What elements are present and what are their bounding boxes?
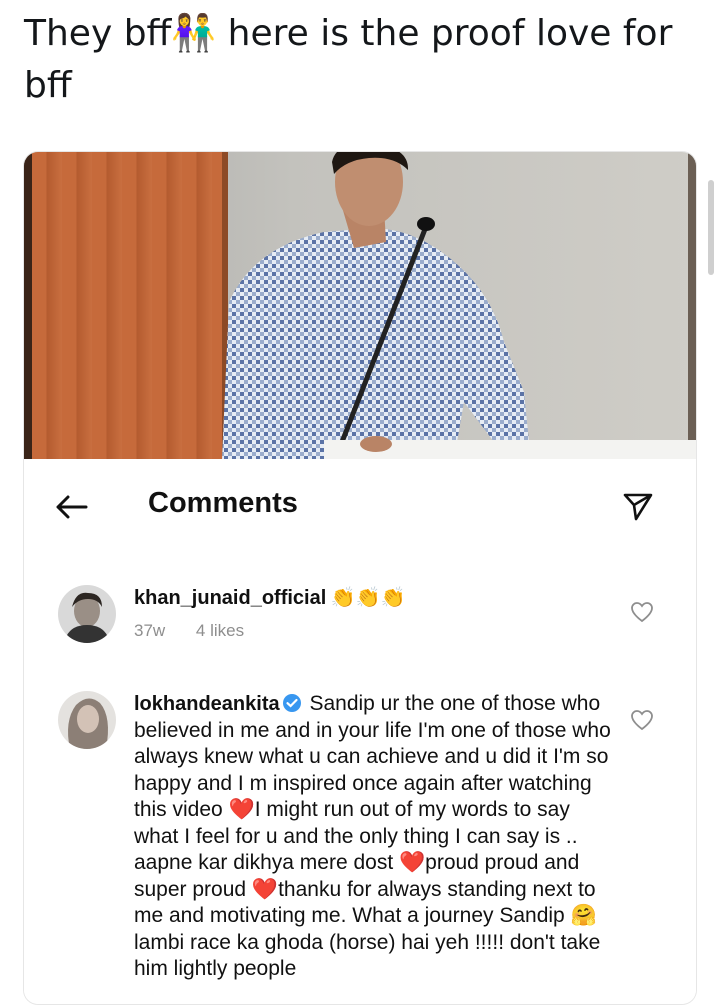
avatar[interactable] [58,691,116,749]
scrollbar-thumb[interactable] [708,180,714,275]
heart-outline-icon[interactable] [630,601,654,623]
arrow-left-icon[interactable] [54,493,90,521]
comments-panel: Comments khan_junaid_official 👏👏👏 37w 4 … [24,459,696,1004]
clap-emoji-icon: 👏👏👏 [330,587,406,609]
comment-age: 37w [134,621,166,640]
speaker-figure [222,152,696,459]
comment-text-part: lambi race ka ghoda (horse) hai yeh !!!!… [134,930,601,981]
comment-header: khan_junaid_official 👏👏👏 [134,585,405,610]
comment-item: khan_junaid_official 👏👏👏 37w 4 likes [24,577,696,657]
page-title: Comments [148,487,298,519]
comment-item: lokhandeankita Sandip ur the one of thos… [24,685,696,1004]
comment-text: lokhandeankita Sandip ur the one of thos… [134,691,614,983]
red-heart-icon: ❤️ [251,877,279,901]
paper-plane-icon[interactable] [622,491,654,523]
screenshot-photo [24,152,696,459]
comment-likes[interactable]: 4 likes [196,621,244,640]
comments-header: Comments [24,459,696,555]
avatar[interactable] [58,585,116,643]
verified-badge-icon [282,694,301,712]
red-heart-icon: ❤️ [398,851,426,874]
red-heart-icon: ❤️ [228,798,255,821]
comment-username[interactable]: lokhandeankita [134,693,280,715]
tweet-text-part: They bff [24,13,172,54]
tweet-text: They bff👫 here is the proof love for bff [24,8,704,112]
couple-emoji-icon: 👫 [171,13,217,54]
heart-outline-icon[interactable] [630,709,654,731]
comment-username[interactable]: khan_junaid_official [134,587,326,609]
comment-meta: 37w 4 likes [134,621,270,641]
hugging-face-icon: 🤗 [570,904,597,927]
media-card[interactable]: Comments khan_junaid_official 👏👏👏 37w 4 … [24,152,696,1004]
